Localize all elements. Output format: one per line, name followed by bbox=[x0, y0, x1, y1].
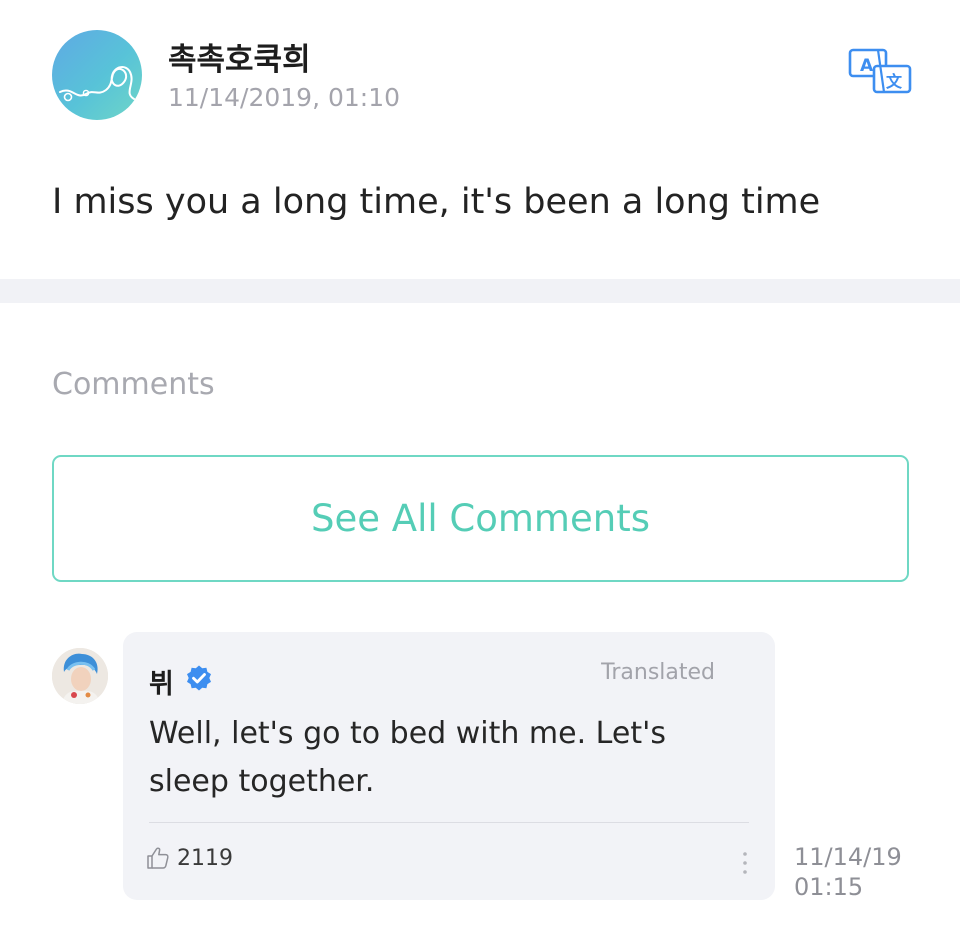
user-photo-avatar-icon bbox=[52, 648, 108, 704]
post-author-avatar[interactable] bbox=[52, 30, 142, 120]
translated-label: Translated bbox=[601, 660, 715, 685]
more-options-button[interactable] bbox=[735, 850, 755, 876]
comments-heading: Comments bbox=[52, 367, 215, 402]
comment-datetime: 11/14/19 01:15 bbox=[794, 842, 902, 902]
like-button[interactable]: 2119 bbox=[145, 843, 233, 873]
post-timestamp: 11/14/2019, 01:10 bbox=[168, 83, 401, 112]
post-author-name[interactable]: 촉촉호쿡희 bbox=[168, 34, 311, 79]
svg-text:文: 文 bbox=[886, 72, 903, 91]
verified-badge-icon bbox=[185, 664, 213, 692]
comment-date: 11/14/19 bbox=[794, 843, 902, 871]
comment-author-avatar[interactable] bbox=[52, 648, 108, 704]
thumbs-up-icon bbox=[145, 845, 171, 871]
see-all-comments-button[interactable]: See All Comments bbox=[52, 455, 909, 582]
more-vertical-icon bbox=[743, 852, 747, 874]
like-count: 2119 bbox=[177, 845, 233, 871]
svg-text:A: A bbox=[860, 56, 874, 76]
comment-text: Well, let's go to bed with me. Let's sle… bbox=[149, 716, 666, 799]
comment-card: 뷔 Translated Well, let's go to bed with … bbox=[123, 632, 775, 900]
heart-swirl-avatar-icon bbox=[59, 66, 137, 102]
translate-icon: A 文 bbox=[848, 48, 912, 94]
comment-time: 01:15 bbox=[794, 873, 864, 901]
section-divider bbox=[0, 279, 960, 303]
comment-divider bbox=[149, 822, 749, 823]
comment-author-name[interactable]: 뷔 bbox=[149, 662, 174, 701]
translate-button[interactable]: A 文 bbox=[848, 48, 912, 94]
post-body-text: I miss you a long time, it's been a long… bbox=[52, 182, 821, 222]
post-header: 촉촉호쿡희 11/14/2019, 01:10 A 文 bbox=[52, 30, 912, 122]
